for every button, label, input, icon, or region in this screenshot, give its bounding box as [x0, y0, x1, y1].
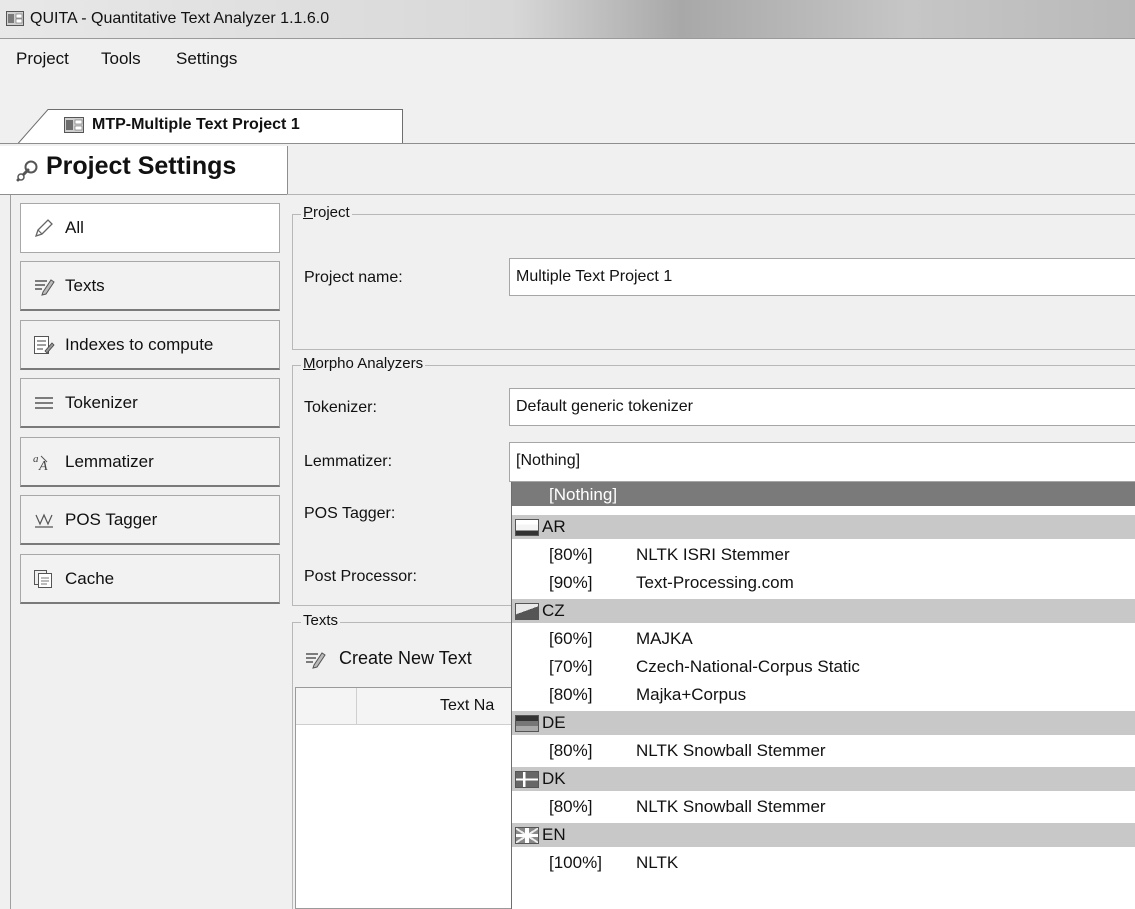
menu-bar: Project Tools Settings	[0, 39, 1135, 77]
sidebar-item-lemmatizer[interactable]: aA Lemmatizer	[20, 437, 280, 487]
pos-tagger-icon	[33, 510, 55, 530]
pos-tagger-label: POS Tagger:	[304, 505, 396, 522]
dropdown-option-accuracy: [60%]	[549, 629, 593, 648]
lemmatizer-value: [Nothing]	[516, 452, 581, 469]
dropdown-option[interactable]: [80%] NLTK ISRI Stemmer	[512, 543, 1135, 567]
flag-ar-icon	[515, 519, 539, 536]
pencil-icon	[33, 218, 55, 238]
dropdown-group-label: DK	[542, 769, 566, 788]
sidebar-border	[10, 195, 11, 909]
group-border	[292, 365, 293, 605]
group-border	[292, 622, 293, 909]
dropdown-group-header: EN	[512, 823, 1135, 847]
dropdown-option[interactable]: [90%] Text-Processing.com	[512, 571, 1135, 595]
dropdown-option-label: Text-Processing.com	[636, 573, 794, 592]
dropdown-option-label: NLTK	[636, 853, 679, 872]
sidebar-item-label: POS Tagger	[65, 510, 158, 529]
page-title: Project Settings	[46, 152, 237, 180]
lemmatizer-dropdown-list: [Nothing] AR [80%] NLTK ISRI Stemmer [90%] Te…	[511, 482, 1135, 909]
dropdown-option[interactable]: [100%] NLTK	[512, 851, 1135, 875]
sidebar-item-cache[interactable]: Cache	[20, 554, 280, 604]
dropdown-option-label: Czech-National-Corpus Static	[636, 657, 860, 676]
dropdown-group-label: AR	[542, 517, 566, 536]
dropdown-option-accuracy: [80%]	[549, 685, 593, 704]
flag-en-icon	[515, 827, 539, 844]
dropdown-group-label: EN	[542, 825, 566, 844]
morpho-group-label: Morpho Analyzers	[301, 355, 426, 372]
dropdown-option-label: NLTK Snowball Stemmer	[636, 797, 826, 816]
sidebar-item-label: Lemmatizer	[65, 452, 154, 471]
tokenizer-select[interactable]: Default generic tokenizer	[509, 388, 1135, 426]
grid-column-separator	[356, 688, 357, 724]
sidebar-item-tokenizer[interactable]: Tokenizer	[20, 378, 280, 428]
tokenizer-label: Tokenizer:	[304, 399, 377, 416]
dropdown-option-accuracy: [70%]	[549, 657, 593, 676]
dropdown-option-label: MAJKA	[636, 629, 693, 648]
dropdown-option-label: NLTK ISRI Stemmer	[636, 545, 790, 564]
window-title: QUITA - Quantitative Text Analyzer 1.1.6…	[30, 10, 330, 27]
flag-dk-icon	[515, 771, 539, 788]
flag-cz-icon	[515, 603, 539, 620]
project-name-label: Project name:	[304, 269, 403, 286]
sidebar-item-indexes[interactable]: Indexes to compute	[20, 320, 280, 370]
dropdown-option[interactable]: [80%] NLTK Snowball Stemmer	[512, 739, 1135, 763]
project-icon	[64, 117, 84, 133]
group-border	[292, 605, 512, 606]
dropdown-option-accuracy: [90%]	[549, 573, 593, 592]
sidebar-item-label: Tokenizer	[65, 393, 138, 412]
indexes-icon	[33, 335, 55, 355]
dropdown-group-header: CZ	[512, 599, 1135, 623]
sidebar-item-all[interactable]: All	[20, 203, 280, 253]
project-group-label: Project	[301, 204, 352, 221]
dropdown-group-label: DE	[542, 713, 566, 732]
dropdown-group-header: DK	[512, 767, 1135, 791]
create-new-text-button[interactable]: Create New Text	[339, 648, 472, 669]
dropdown-option-accuracy: [100%]	[549, 853, 602, 872]
tab-strip-divider	[0, 143, 1135, 144]
sidebar-item-texts[interactable]: Texts	[20, 261, 280, 311]
text-icon	[33, 276, 55, 296]
menu-tools[interactable]: Tools	[101, 49, 141, 69]
group-border	[292, 214, 1135, 215]
dropdown-option-selected[interactable]: [Nothing]	[512, 482, 1135, 506]
texts-group-label: Texts	[301, 612, 341, 629]
post-processor-label: Post Processor:	[304, 568, 417, 585]
dropdown-option[interactable]: [80%] Majka+Corpus	[512, 683, 1135, 707]
dropdown-option-accuracy: [80%]	[549, 797, 593, 816]
dropdown-group-label: CZ	[542, 601, 565, 620]
dropdown-option[interactable]: [80%] NLTK Snowball Stemmer	[512, 795, 1135, 819]
menu-settings[interactable]: Settings	[176, 49, 237, 69]
dropdown-option-label: [Nothing]	[549, 485, 618, 504]
sidebar-item-label: Cache	[65, 569, 115, 588]
dropdown-option[interactable]: [70%] Czech-National-Corpus Static	[512, 655, 1135, 679]
project-name-value: Multiple Text Project 1	[516, 268, 673, 285]
app-icon	[6, 11, 24, 26]
sidebar-item-pos-tagger[interactable]: POS Tagger	[20, 495, 280, 545]
lemmatizer-label: Lemmatizer:	[304, 453, 393, 470]
group-border	[292, 349, 1135, 350]
dropdown-option-label: Majka+Corpus	[636, 685, 747, 704]
dropdown-option[interactable]: [60%] MAJKA	[512, 627, 1135, 651]
settings-wrench-icon	[14, 158, 40, 184]
document-tab-label: MTP-Multiple Text Project 1	[92, 116, 300, 133]
group-border	[292, 214, 293, 349]
lemmatizer-icon: aA	[33, 452, 55, 474]
sidebar-item-label: Indexes to compute	[65, 335, 214, 354]
grid-column-header[interactable]: Text Na	[440, 697, 494, 715]
create-text-icon	[304, 649, 326, 669]
sidebar-item-label: All	[65, 218, 84, 237]
cache-icon	[33, 569, 55, 589]
tokenizer-value: Default generic tokenizer	[516, 398, 693, 415]
project-name-field[interactable]: Multiple Text Project 1	[509, 258, 1135, 296]
menu-project[interactable]: Project	[16, 49, 69, 69]
lemmatizer-select[interactable]: [Nothing]	[509, 442, 1135, 482]
dropdown-option-label: NLTK Snowball Stemmer	[636, 741, 826, 760]
dropdown-group-header: DE	[512, 711, 1135, 735]
dropdown-group-header: AR	[512, 515, 1135, 539]
tokenizer-icon	[33, 393, 55, 413]
dropdown-option-accuracy: [80%]	[549, 545, 593, 564]
dropdown-option-accuracy: [80%]	[549, 741, 593, 760]
flag-de-icon	[515, 715, 539, 732]
sidebar-item-label: Texts	[65, 276, 105, 295]
